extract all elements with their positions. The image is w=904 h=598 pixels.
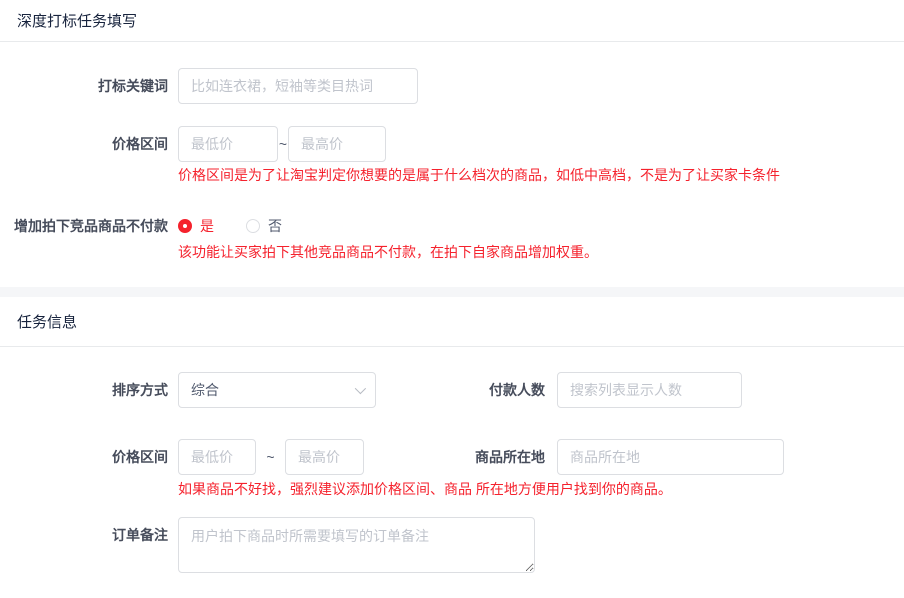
payers-label: 付款人数 <box>376 372 545 408</box>
chevron-down-icon <box>355 383 366 394</box>
section-task-info: 任务信息 排序方式 综合 付款人数 价格区间 ~ 商品所在地 如果商品不好找，强… <box>0 297 904 573</box>
section-title-deep-marking: 深度打标任务填写 <box>0 0 904 42</box>
radio-unselected-icon <box>246 219 260 233</box>
sort-select[interactable]: 综合 <box>178 372 376 408</box>
payers-input[interactable] <box>557 372 742 408</box>
row-marking-keyword: 打标关键词 <box>0 68 904 104</box>
task-info-title: 任务信息 <box>17 311 77 332</box>
location-input[interactable] <box>557 439 784 475</box>
price-max-input-1[interactable] <box>288 126 386 162</box>
price-separator-2: ~ <box>256 449 285 465</box>
price-range-2-hint: 如果商品不好找，强烈建议添加价格区间、商品 所在地方便用户找到你的商品。 <box>178 480 904 499</box>
competitor-no-pay-hint: 该功能让买家拍下其他竞品商品不付款，在拍下自家商品增加权重。 <box>178 243 904 262</box>
section-title-task-info: 任务信息 <box>0 297 904 347</box>
marking-keyword-input[interactable] <box>178 68 418 104</box>
radio-no-label: 否 <box>268 216 282 236</box>
section-deep-marking: 深度打标任务填写 打标关键词 价格区间 ~ 价格区间是为了让淘宝判定你想要的是属… <box>0 0 904 287</box>
sort-select-value: 综合 <box>191 380 219 400</box>
price-range-1-hint: 价格区间是为了让淘宝判定你想要的是属于什么档次的商品，如低中高档，不是为了让买家… <box>178 166 904 185</box>
section-divider-band <box>0 287 904 297</box>
row-sort-and-payers: 排序方式 综合 付款人数 <box>0 372 904 408</box>
radio-yes-label: 是 <box>200 216 214 236</box>
radio-selected-icon <box>178 219 192 233</box>
sort-label: 排序方式 <box>0 372 168 408</box>
competitor-no-pay-radio-group: 是 否 <box>178 216 282 236</box>
competitor-no-pay-label: 增加拍下竞品商品不付款 <box>0 216 168 236</box>
price-separator-1: ~ <box>278 136 288 152</box>
price-max-input-2[interactable] <box>285 439 364 475</box>
row-price-range-1: 价格区间 ~ <box>0 126 904 162</box>
order-note-textarea[interactable] <box>178 517 535 573</box>
row-order-note: 订单备注 <box>0 517 904 573</box>
row-competitor-no-pay: 增加拍下竞品商品不付款 是 否 <box>0 216 904 236</box>
radio-option-no[interactable]: 否 <box>246 216 282 236</box>
order-note-label: 订单备注 <box>0 517 168 553</box>
page-title: 深度打标任务填写 <box>17 10 137 31</box>
location-label: 商品所在地 <box>364 439 545 475</box>
marking-keyword-label: 打标关键词 <box>0 68 168 104</box>
price-range-2-label: 价格区间 <box>0 439 168 475</box>
price-min-input-1[interactable] <box>178 126 278 162</box>
price-min-input-2[interactable] <box>178 439 256 475</box>
price-range-1-label: 价格区间 <box>0 126 168 162</box>
row-price-range-2: 价格区间 ~ 商品所在地 <box>0 439 904 475</box>
radio-option-yes[interactable]: 是 <box>178 216 214 236</box>
